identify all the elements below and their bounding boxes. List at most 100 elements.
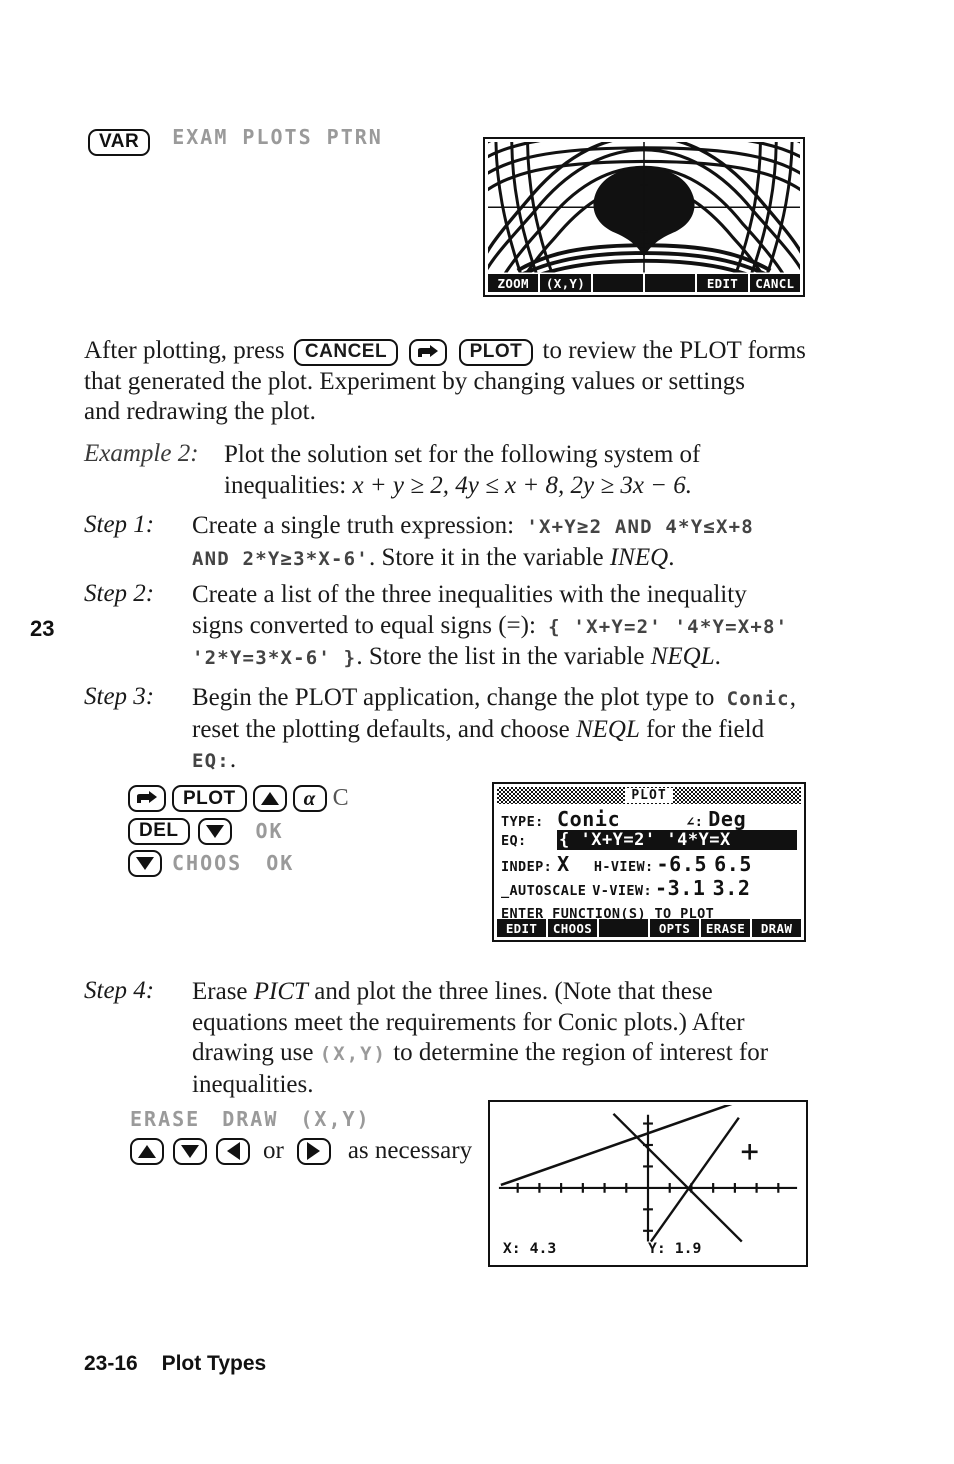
step-4-line1-a: Erase [192, 978, 248, 1005]
down-triangle-icon [205, 824, 224, 838]
softkey-ok-2[interactable]: OK [266, 851, 294, 875]
eq-label: EQ: [501, 833, 527, 849]
footer-page-number: 23-16 [84, 1352, 138, 1375]
plot-form-indep-row[interactable]: INDEP: X H-VIEW: -6.5 6.5 [501, 852, 797, 876]
right-arrow-key[interactable] [296, 1137, 331, 1165]
down-arrow-key-3[interactable] [173, 1137, 207, 1165]
softkey-draw-2[interactable]: DRAW [222, 1107, 278, 1131]
softkey-xy[interactable]: (X,Y) [540, 274, 591, 292]
indep-value[interactable]: X [557, 852, 570, 876]
keystroke-arrow-row: or as necessary [130, 1134, 472, 1168]
up-arrow-key-2[interactable] [130, 1137, 164, 1165]
paragraph-after-plotting: After plotting, press CANCEL PLOT to rev… [84, 336, 814, 428]
step-4-line1-b: and plot the three lines. (Note that the… [314, 978, 713, 1005]
down-triangle-icon [136, 856, 154, 870]
x-coordinate-readout: X: 4.3 [503, 1240, 556, 1257]
step-2-list-part2: '2*Y=3*X-6' } [192, 647, 357, 669]
plot-key-2[interactable]: PLOT [172, 785, 247, 812]
hview-max[interactable]: 6.5 [714, 852, 752, 876]
result-plot-screen: X: 4.3 Y: 1.9 [488, 1100, 808, 1267]
softkey-opts[interactable]: OPTS [650, 919, 699, 937]
down-arrow-key-2[interactable] [128, 849, 162, 877]
down-triangle-icon [181, 1144, 199, 1158]
hview-min[interactable]: -6.5 [657, 852, 708, 876]
manual-page: VAR EXAM PLOTS PTRN ZOOM (X,Y) EDIT CANC… [0, 0, 954, 1464]
softkey-blank[interactable] [599, 919, 648, 937]
softkey-menu-labels: EXAM PLOTS PTRN [172, 125, 383, 149]
up-arrow-key[interactable] [252, 785, 287, 812]
step-3-line1-text: Begin the PLOT application, change the p… [192, 684, 715, 711]
pattern-plot-graphic [488, 142, 800, 273]
keystroke-row-3: CHOOS OK [128, 847, 349, 879]
example-2-line2-prefix: inequalities: [224, 471, 347, 499]
step-4-line3-b: to determine the region of interest for [393, 1039, 769, 1066]
softkey-erase-2[interactable]: ERASE [130, 1107, 200, 1131]
vview-label: V-VIEW: [592, 883, 652, 899]
step-4-xy-softkey: (X,Y) [319, 1043, 387, 1065]
step-3-line2-b: for the field [646, 715, 765, 743]
softkey-xy-2[interactable]: (X,Y) [300, 1107, 370, 1131]
alpha-key[interactable]: α [292, 785, 327, 812]
pattern-screen-softkeys: ZOOM (X,Y) EDIT CANCL [488, 274, 800, 292]
eq-value[interactable]: { 'X+Y=2' '4*Y=X [557, 830, 797, 850]
vview-max[interactable]: 3.2 [713, 876, 751, 900]
up-triangle-icon [138, 1144, 156, 1158]
page-footer: 23-16 Plot Types [84, 1352, 266, 1376]
softkey-ok-1[interactable]: OK [256, 819, 284, 843]
step-3-line1-end: , [789, 684, 797, 711]
angle-label: ∠: [686, 814, 704, 830]
example-2-block: Example 2: Plot the solution set for the… [84, 440, 824, 501]
step-2-line2-text: signs converted to equal signs (=): [192, 611, 536, 639]
softkey-cancl[interactable]: CANCL [749, 274, 800, 292]
softkey-blank-2[interactable] [644, 274, 696, 292]
or-text: or [263, 1136, 284, 1164]
pattern-plot-canvas: ZOOM (X,Y) EDIT CANCL [488, 142, 800, 292]
step-4-pict-variable: PICT [253, 978, 308, 1005]
type-value[interactable]: Conic [557, 807, 620, 831]
right-shift-key-2[interactable] [128, 785, 166, 812]
step-1-block: Step 1: Create a single truth expression… [84, 511, 844, 574]
plot-form-type-row[interactable]: TYPE: Conic ∠: Deg [501, 807, 797, 831]
y-coordinate-readout: Y: 1.9 [648, 1240, 701, 1257]
step-4-block: Step 4: Erase PICT and plot the three li… [84, 977, 874, 1100]
softkey-erase[interactable]: ERASE [701, 919, 750, 937]
softkey-zoom[interactable]: ZOOM [488, 274, 539, 292]
step-4-label: Step 4: [84, 977, 155, 1004]
vview-min[interactable]: -3.1 [655, 876, 706, 900]
step-1-expression-part1: 'X+Y≥2 AND 4*Y≤X+8 [526, 516, 754, 538]
step-4-line3-a: drawing use [192, 1039, 314, 1066]
plot-form-eq-row[interactable]: EQ: { 'X+Y=2' '4*Y=X [501, 830, 797, 852]
softkey-edit[interactable]: EDIT [697, 274, 748, 292]
softkey-draw[interactable]: DRAW [752, 919, 801, 937]
angle-value[interactable]: Deg [708, 807, 746, 831]
step-1-variable: INEQ [609, 543, 669, 571]
step-2-line3-text: . Store the list in the variable [356, 643, 645, 670]
left-arrow-key[interactable] [216, 1137, 250, 1165]
step-2-line1: Create a list of the three inequalities … [192, 581, 747, 608]
plot-form-autoscale-row[interactable]: _AUTOSCALE V-VIEW: -3.1 3.2 [501, 876, 797, 900]
plot-form-softkeys: EDIT CHOOS OPTS ERASE DRAW [497, 919, 801, 937]
softkey-edit[interactable]: EDIT [497, 919, 546, 937]
var-key[interactable]: VAR [88, 128, 151, 156]
hview-label: H-VIEW: [593, 859, 654, 875]
autoscale-label[interactable]: _AUTOSCALE [501, 883, 586, 899]
right-shift-key[interactable] [409, 338, 448, 366]
up-triangle-icon [260, 792, 279, 805]
step-1-line1-text: Create a single truth expression: [192, 512, 515, 539]
step-3-line3-end: . [229, 746, 237, 773]
step-2-list-part1: { 'X+Y=2' '4*Y=X+8' [548, 615, 789, 638]
step-4-line2: equations meet the requirements for Coni… [192, 1008, 745, 1036]
step-1-expression-part2: AND 2*Y≥3*X-6' [192, 547, 369, 570]
para1-line2: that generated the plot. Experiment by c… [84, 367, 745, 395]
cancel-key[interactable]: CANCEL [293, 338, 399, 366]
softkey-blank-1[interactable] [592, 274, 643, 292]
del-key[interactable]: DEL [128, 817, 190, 845]
step-3-block: Step 3: Begin the PLOT application, chan… [84, 683, 874, 777]
softkey-choos[interactable]: CHOOS [548, 919, 597, 937]
step-3-variable: NEQL [575, 715, 640, 743]
down-arrow-key[interactable] [197, 817, 232, 845]
softkey-choos[interactable]: CHOOS [172, 851, 242, 875]
plot-key[interactable]: PLOT [458, 338, 534, 366]
keystroke-softkey-row: ERASE DRAW (X,Y) [130, 1104, 472, 1134]
pattern-plot-screen: ZOOM (X,Y) EDIT CANCL [483, 137, 805, 297]
